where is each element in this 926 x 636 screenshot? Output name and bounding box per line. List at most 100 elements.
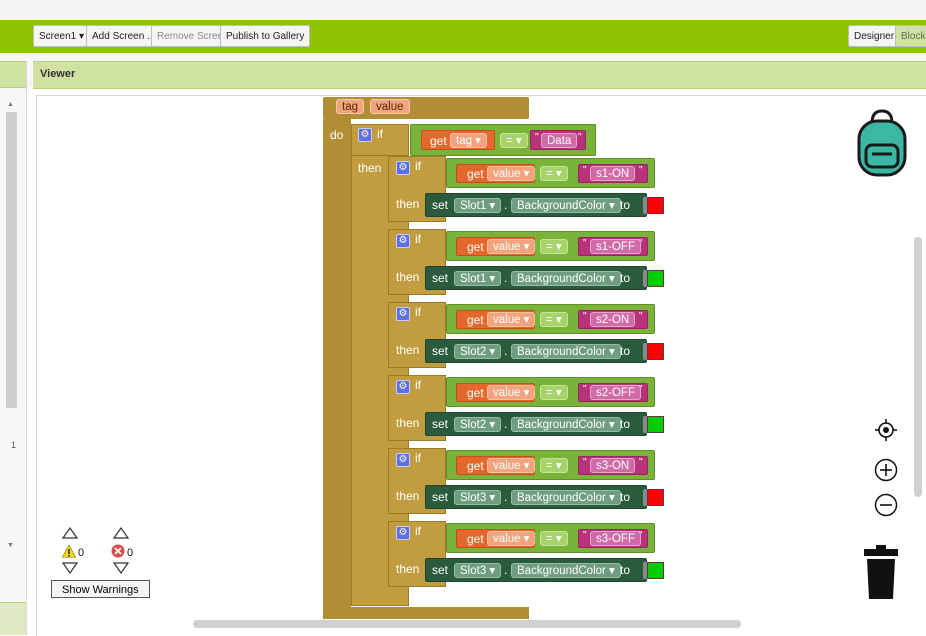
get-value-block[interactable]: get value ▾	[456, 383, 536, 402]
var-dropdown[interactable]: value ▾	[487, 312, 536, 327]
text-value[interactable]: s1-OFF	[590, 239, 641, 254]
text-data-block[interactable]: " Data "	[530, 130, 586, 150]
warning-up-arrow-icon[interactable]	[61, 526, 79, 542]
setter-block[interactable]: set Slot3 ▾ . BackgroundColor ▾ to	[425, 558, 647, 582]
get-value-block[interactable]: get value ▾	[456, 456, 536, 475]
text-value[interactable]: s3-OFF	[590, 531, 641, 546]
property-dropdown[interactable]: BackgroundColor ▾	[511, 198, 621, 213]
text-value[interactable]: s1-ON	[590, 166, 636, 181]
color-swatch[interactable]	[647, 270, 664, 287]
vertical-scrollbar[interactable]	[914, 237, 922, 497]
var-dropdown[interactable]: value ▾	[487, 166, 536, 181]
mutator-gear-icon[interactable]: ⚙	[358, 128, 372, 142]
get-value-block[interactable]: get value ▾	[456, 529, 536, 548]
quote-close: "	[639, 384, 643, 395]
publish-gallery-button[interactable]: Publish to Gallery	[220, 25, 311, 47]
var-dropdown[interactable]: value ▾	[487, 531, 536, 546]
quote-close: "	[639, 238, 643, 249]
mutator-gear-icon[interactable]: ⚙	[396, 161, 410, 175]
mutator-gear-icon[interactable]: ⚙	[396, 526, 410, 540]
blocks-button[interactable]: Blocks	[895, 25, 926, 47]
component-dropdown[interactable]: Slot1 ▾	[454, 271, 502, 286]
param-tag[interactable]: tag	[336, 99, 364, 114]
error-icon	[111, 544, 125, 561]
var-dropdown[interactable]: value ▾	[487, 239, 536, 254]
set-label: set	[432, 344, 449, 358]
mutator-gear-icon[interactable]: ⚙	[396, 453, 410, 467]
quote-close: "	[639, 311, 643, 322]
backpack-icon[interactable]	[856, 109, 908, 182]
var-dropdown[interactable]: value ▾	[487, 458, 536, 473]
if-label: if	[415, 232, 421, 246]
get-value-block[interactable]: get value ▾	[456, 237, 536, 256]
property-dropdown[interactable]: BackgroundColor ▾	[511, 490, 621, 505]
text-value[interactable]: Data	[541, 133, 578, 148]
operator-dropdown[interactable]: = ▾	[540, 312, 568, 327]
event-block-footer[interactable]	[323, 607, 529, 619]
component-dropdown[interactable]: Slot3 ▾	[454, 563, 502, 578]
property-dropdown[interactable]: BackgroundColor ▾	[511, 417, 621, 432]
mutator-gear-icon[interactable]: ⚙	[396, 307, 410, 321]
component-dropdown[interactable]: Slot2 ▾	[454, 417, 502, 432]
outer-if-block[interactable]: ⚙ if	[351, 124, 409, 156]
color-swatch[interactable]	[647, 489, 664, 506]
top-strip	[0, 0, 926, 21]
param-value[interactable]: value	[370, 99, 410, 114]
text-string-block[interactable]: " s3-ON "	[578, 456, 648, 475]
setter-block[interactable]: set Slot1 ▾ . BackgroundColor ▾ to	[425, 193, 647, 217]
color-swatch[interactable]	[647, 197, 664, 214]
get-label: get	[467, 167, 484, 181]
var-dropdown[interactable]: value ▾	[487, 385, 536, 400]
operator-dropdown[interactable]: = ▾	[540, 458, 568, 473]
component-dropdown[interactable]: Slot1 ▾	[454, 198, 502, 213]
property-dropdown[interactable]: BackgroundColor ▾	[511, 271, 621, 286]
text-string-block[interactable]: " s1-OFF "	[578, 237, 648, 256]
get-value-block[interactable]: get value ▾	[456, 164, 536, 183]
var-dropdown[interactable]: tag ▾	[450, 133, 487, 148]
setter-block[interactable]: set Slot1 ▾ . BackgroundColor ▾ to	[425, 266, 647, 290]
text-string-block[interactable]: " s1-ON "	[578, 164, 648, 183]
operator-dropdown[interactable]: = ▾	[540, 531, 568, 546]
component-dropdown[interactable]: Slot3 ▾	[454, 490, 502, 505]
text-value[interactable]: s2-ON	[590, 312, 636, 327]
trash-icon[interactable]	[864, 545, 898, 604]
scroll-down-arrow-icon[interactable]: ▼	[7, 542, 14, 549]
get-tag-block[interactable]: get tag ▾	[421, 130, 495, 150]
locate-icon[interactable]	[875, 419, 897, 444]
screen-selector[interactable]: Screen1 ▾	[33, 25, 91, 47]
zoom-out-icon[interactable]	[874, 493, 898, 520]
event-block-body[interactable]: do	[323, 119, 351, 619]
text-value[interactable]: s2-OFF	[590, 385, 641, 400]
text-string-block[interactable]: " s3-OFF "	[578, 529, 648, 548]
setter-block[interactable]: set Slot2 ▾ . BackgroundColor ▾ to	[425, 339, 647, 363]
property-dropdown[interactable]: BackgroundColor ▾	[511, 563, 621, 578]
color-swatch[interactable]	[647, 343, 664, 360]
text-value[interactable]: s3-ON	[590, 458, 636, 473]
horizontal-scrollbar[interactable]	[193, 620, 741, 628]
designer-button[interactable]: Designer	[848, 25, 901, 47]
warning-down-arrow-icon[interactable]	[61, 562, 79, 577]
operator-dropdown[interactable]: = ▾	[500, 133, 528, 148]
zoom-in-icon[interactable]	[874, 458, 898, 485]
component-dropdown[interactable]: Slot2 ▾	[454, 344, 502, 359]
property-dropdown[interactable]: BackgroundColor ▾	[511, 344, 621, 359]
text-string-block[interactable]: " s2-ON "	[578, 310, 648, 329]
outer-if-footer[interactable]	[351, 596, 409, 606]
operator-dropdown[interactable]: = ▾	[540, 239, 568, 254]
show-warnings-button[interactable]: Show Warnings	[51, 580, 150, 598]
event-block-header[interactable]: tag value	[323, 97, 529, 119]
scroll-up-arrow-icon[interactable]: ▲	[7, 101, 14, 108]
color-swatch[interactable]	[647, 562, 664, 579]
operator-dropdown[interactable]: = ▾	[540, 166, 568, 181]
mutator-gear-icon[interactable]: ⚙	[396, 380, 410, 394]
setter-block[interactable]: set Slot2 ▾ . BackgroundColor ▾ to	[425, 412, 647, 436]
color-swatch[interactable]	[647, 416, 664, 433]
left-scrollbar[interactable]	[6, 112, 17, 408]
operator-dropdown[interactable]: = ▾	[540, 385, 568, 400]
text-string-block[interactable]: " s2-OFF "	[578, 383, 648, 402]
mutator-gear-icon[interactable]: ⚙	[396, 234, 410, 248]
error-up-arrow-icon[interactable]	[112, 526, 130, 542]
setter-block[interactable]: set Slot3 ▾ . BackgroundColor ▾ to	[425, 485, 647, 509]
get-value-block[interactable]: get value ▾	[456, 310, 536, 329]
error-down-arrow-icon[interactable]	[112, 562, 130, 577]
